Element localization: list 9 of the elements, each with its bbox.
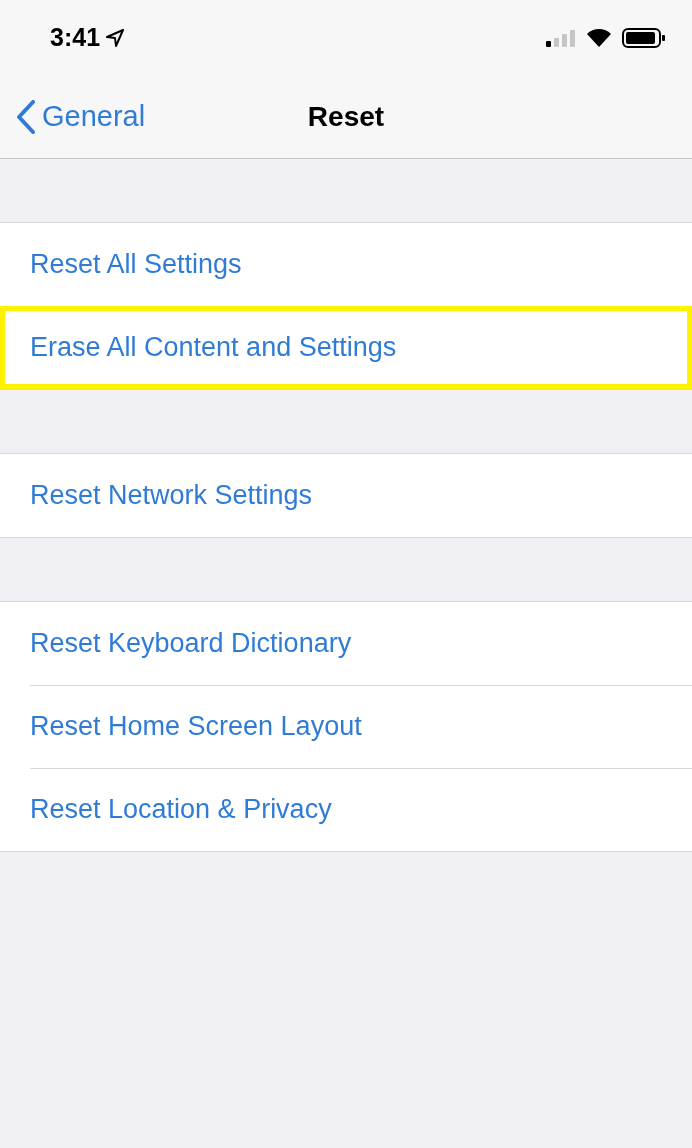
status-time: 3:41: [50, 23, 101, 52]
wifi-icon: [586, 27, 612, 48]
chevron-left-icon: [16, 99, 36, 134]
reset-option[interactable]: Erase All Content and Settings: [0, 306, 692, 389]
location-arrow-icon: [106, 28, 125, 47]
battery-icon: [622, 27, 666, 48]
back-button[interactable]: General: [16, 99, 146, 134]
page-title: Reset: [307, 100, 385, 133]
signal-icon: [546, 28, 576, 47]
